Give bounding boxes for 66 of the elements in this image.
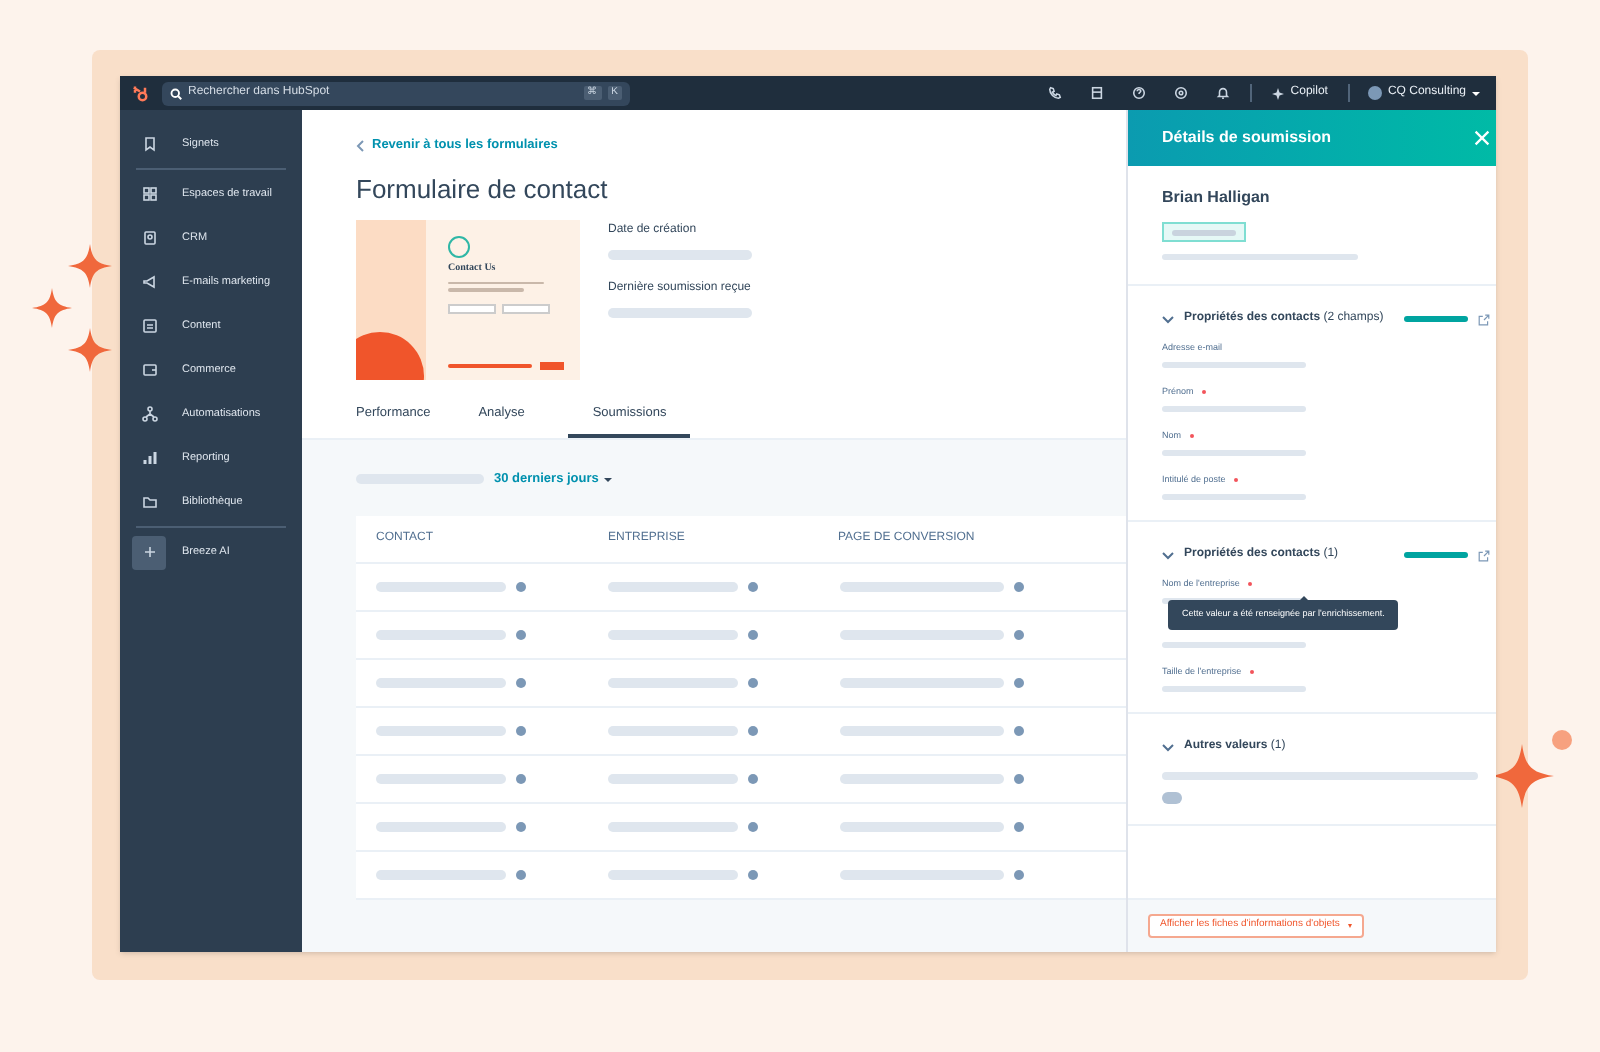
external-link-icon[interactable] — [1477, 313, 1490, 325]
quote-icon — [448, 236, 470, 259]
placeholder-bar — [1172, 229, 1236, 235]
content-icon — [141, 318, 157, 334]
placeholder-bar — [376, 869, 506, 880]
placeholder-bar — [608, 677, 738, 688]
search-icon — [170, 87, 182, 99]
panel-title: Détails de soumission — [1162, 126, 1331, 150]
dot-decoration — [1552, 730, 1572, 750]
flow-icon — [141, 406, 157, 422]
placeholder-bar — [1162, 406, 1306, 412]
sparkle-icon — [141, 544, 157, 560]
placeholder-bar — [1162, 792, 1182, 804]
page-title: Formulaire de contact — [356, 171, 610, 208]
placeholder-bar — [376, 773, 506, 784]
sparkle-icon — [68, 244, 112, 288]
chevron-icon[interactable] — [1162, 743, 1174, 751]
phone-icon[interactable] — [1048, 86, 1063, 100]
placeholder-bar — [608, 250, 752, 261]
placeholder-bar — [1162, 450, 1306, 456]
placeholder-bar — [608, 773, 738, 784]
chevron-icon — [356, 139, 364, 152]
megaphone-icon — [141, 274, 157, 290]
submit-button-drawing — [540, 361, 564, 370]
grid-icon — [141, 186, 157, 202]
placeholder-bar — [1162, 362, 1306, 368]
placeholder-bar — [376, 581, 506, 592]
caret-icon — [1347, 924, 1352, 928]
placeholder-bar — [376, 821, 506, 832]
chevron-icon[interactable] — [1162, 315, 1174, 323]
folder-icon — [141, 494, 157, 510]
placeholder-bar — [608, 821, 738, 832]
external-link-icon[interactable] — [1477, 549, 1490, 561]
sparkle-icon — [68, 328, 112, 372]
store-icon[interactable] — [1090, 86, 1105, 100]
placeholder-bar — [376, 725, 506, 736]
placeholder-bar — [608, 629, 738, 640]
sparkle-icon — [1272, 87, 1285, 99]
contact-name: Brian Halligan — [1162, 186, 1272, 210]
placeholder-bar — [608, 581, 738, 592]
settings-icon[interactable] — [1174, 86, 1189, 100]
placeholder-bar — [1162, 642, 1306, 648]
placeholder-bar — [1162, 494, 1306, 500]
chevron-icon[interactable] — [1162, 551, 1174, 559]
placeholder-bar — [376, 629, 506, 640]
input-box — [502, 303, 550, 314]
placeholder-bar — [1403, 315, 1468, 323]
bell-icon[interactable] — [1216, 86, 1231, 100]
sparkle-icon — [32, 288, 72, 328]
contact-card-icon — [141, 230, 157, 246]
input-box — [448, 303, 496, 314]
placeholder-bar — [376, 677, 506, 688]
placeholder-bar — [608, 725, 738, 736]
bookmark-icon — [141, 136, 157, 152]
wallet-icon — [141, 362, 157, 378]
bar-chart-icon — [141, 450, 157, 466]
placeholder-bar — [608, 869, 738, 880]
avatar-icon — [1367, 86, 1382, 100]
placeholder-bar — [1162, 686, 1306, 692]
placeholder-bar — [608, 308, 752, 319]
logo-icon — [130, 83, 150, 103]
caret-icon — [1472, 91, 1480, 95]
sparkle-icon — [1490, 744, 1554, 808]
help-icon[interactable] — [1132, 86, 1147, 100]
placeholder-bar — [1403, 551, 1468, 559]
caret-icon — [604, 477, 613, 482]
